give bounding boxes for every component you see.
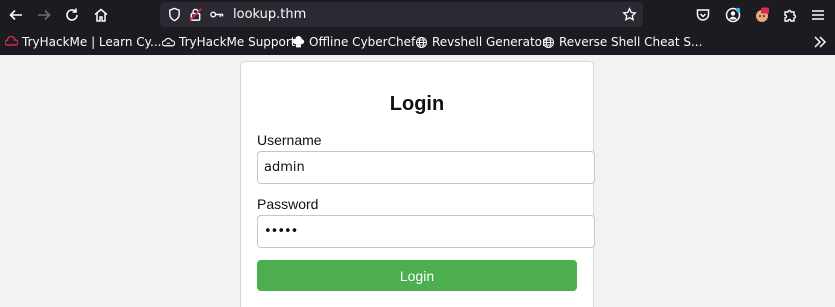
bookmark-star-icon[interactable] — [621, 6, 637, 22]
more-bookmarks-chevron-icon[interactable] — [812, 34, 828, 50]
extension-avatar-icon[interactable] — [750, 3, 774, 27]
username-label: Username — [257, 132, 322, 148]
login-button[interactable]: Login — [257, 260, 577, 291]
bookmark-tryhackme[interactable]: TryHackMe | Learn Cy... — [5, 34, 162, 50]
bookmark-label: TryHackMe | Learn Cy... — [22, 35, 162, 49]
url-text[interactable]: lookup.thm — [233, 6, 306, 23]
password-field[interactable]: ••••• — [257, 215, 595, 248]
bookmark-label: Offline CyberChef — [309, 35, 416, 49]
login-title: Login — [389, 93, 445, 115]
address-bar[interactable]: lookup.thm — [160, 2, 643, 27]
bookmark-label: Revshell Generator — [432, 35, 547, 49]
back-arrow-icon[interactable] — [4, 3, 28, 27]
menu-hamburger-icon[interactable] — [806, 3, 830, 27]
bookmark-label: TryHackMe Support — [179, 35, 296, 49]
bookmark-revshell-generator[interactable]: Revshell Generator — [415, 34, 547, 50]
bookmark-offline-cyberchef[interactable]: Offline CyberChef — [292, 34, 415, 50]
browser-toolbar: lookup.thm — [0, 0, 835, 29]
home-icon[interactable] — [89, 3, 113, 27]
extensions-puzzle-icon[interactable] — [778, 3, 802, 27]
chef-icon — [292, 35, 305, 47]
login-card: Login Username admin Password ••••• Logi… — [240, 61, 595, 307]
reload-icon[interactable] — [60, 3, 84, 27]
cloud-icon — [162, 37, 175, 46]
shield-icon[interactable] — [166, 6, 182, 22]
insecure-lock-icon[interactable] — [187, 6, 203, 22]
globe-icon — [542, 36, 555, 48]
bookmark-reverse-shell-cheat-sheet[interactable]: Reverse Shell Cheat S... — [542, 34, 702, 50]
forward-arrow-icon[interactable] — [32, 3, 56, 27]
password-label: Password — [257, 196, 319, 212]
tryhackme-icon — [5, 35, 18, 46]
username-field[interactable]: admin — [257, 151, 595, 184]
globe-icon — [415, 36, 428, 48]
bookmark-tryhackme-support[interactable]: TryHackMe Support — [162, 34, 296, 50]
pocket-icon[interactable] — [691, 3, 715, 27]
key-icon[interactable] — [208, 6, 224, 22]
bookmarks-bar: TryHackMe | Learn Cy... TryHackMe Suppor… — [0, 29, 835, 55]
bookmark-label: Reverse Shell Cheat S... — [559, 35, 703, 49]
account-icon[interactable] — [721, 3, 745, 27]
